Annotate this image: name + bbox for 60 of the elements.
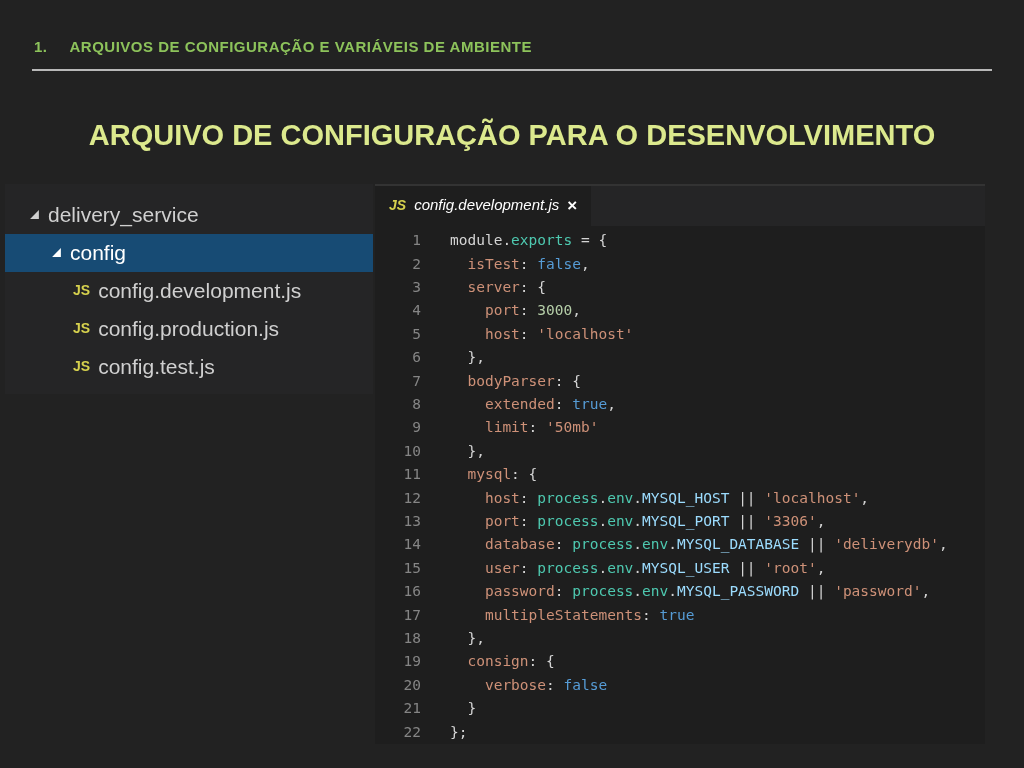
code-line: mysql: {	[466, 465, 538, 485]
code-line: }	[466, 699, 477, 719]
code-line: multipleStatements: true	[483, 605, 695, 625]
expanded-arrow-icon[interactable]	[29, 209, 40, 220]
tree-item[interactable]: config	[5, 233, 373, 272]
expanded-arrow-icon[interactable]	[51, 247, 62, 258]
close-icon[interactable]: ×	[567, 192, 578, 219]
line-number: 1	[411, 231, 421, 251]
code-line: port: 3000,	[483, 301, 581, 321]
tree-item[interactable]: JS config.production.js	[5, 309, 373, 348]
code-line: isTest: false,	[466, 254, 590, 274]
code-line: bodyParser: {	[466, 371, 581, 391]
line-number: 15	[402, 558, 421, 578]
code-line: extended: true,	[483, 395, 616, 415]
line-number: 11	[402, 465, 421, 485]
code-line: },	[466, 348, 485, 368]
code-line: user: process.env.MYSQL_USER || 'root',	[483, 558, 826, 579]
code-line: database: process.env.MYSQL_DATABASE || 'deliverydb',	[483, 535, 948, 555]
tree-item[interactable]: JS config.test.js	[5, 347, 373, 386]
code-line: host: process.env.MYSQL_HOST || 'localhost',	[483, 488, 870, 509]
line-number: 20	[402, 675, 421, 695]
code-line: },	[466, 628, 485, 648]
code-line: port: process.env.MYSQL_PORT || '3306',	[483, 512, 826, 532]
line-number: 14	[402, 535, 421, 555]
tree-item[interactable]: JS config.development.js	[5, 271, 373, 310]
editor-tab[interactable]: JS config.development.js ×	[375, 185, 592, 226]
line-number: 7	[411, 371, 421, 391]
line-number: 2	[411, 254, 421, 274]
js-file-icon: JS	[73, 318, 91, 339]
line-number: 18	[402, 628, 421, 648]
code-line: password: process.env.MYSQL_PASSWORD || 'password',	[483, 582, 931, 602]
line-number: 9	[411, 418, 421, 438]
line-number: 3	[411, 278, 421, 298]
code-line: limit: '50mb'	[483, 418, 599, 438]
line-number: 16	[402, 582, 421, 602]
code-line: host: 'localhost'	[483, 324, 634, 344]
js-file-icon: JS	[73, 280, 91, 301]
section-heading: ARQUIVOS DE CONFIGURAÇÃO E VARIÁVEIS DE AMBIENTE	[69, 37, 532, 57]
js-file-icon: JS	[73, 356, 91, 377]
code-line: };	[450, 722, 468, 742]
line-number: 8	[411, 395, 421, 415]
line-number: 12	[402, 488, 421, 508]
line-number: 17	[402, 605, 421, 625]
line-number: 22	[402, 722, 421, 742]
code-line: consign: {	[466, 652, 555, 672]
tree-item[interactable]: delivery_service	[5, 195, 373, 234]
code-line: verbose: false	[483, 675, 608, 695]
code-line: },	[466, 441, 485, 461]
line-number: 6	[411, 348, 421, 368]
line-number: 10	[402, 441, 421, 461]
section-number: 1.	[34, 37, 48, 57]
line-number: 4	[411, 301, 421, 321]
code-line: module.exports = {	[450, 231, 608, 251]
line-number: 5	[411, 324, 421, 344]
line-number: 19	[402, 652, 421, 672]
line-number: 13	[402, 512, 421, 531]
js-file-icon: JS	[389, 195, 407, 216]
line-number: 21	[402, 699, 421, 719]
code-line: server: {	[466, 278, 547, 298]
slide-title: ARQUIVO DE CONFIGURAÇÃO PARA O DESENVOLVIMENTO	[88, 118, 936, 151]
